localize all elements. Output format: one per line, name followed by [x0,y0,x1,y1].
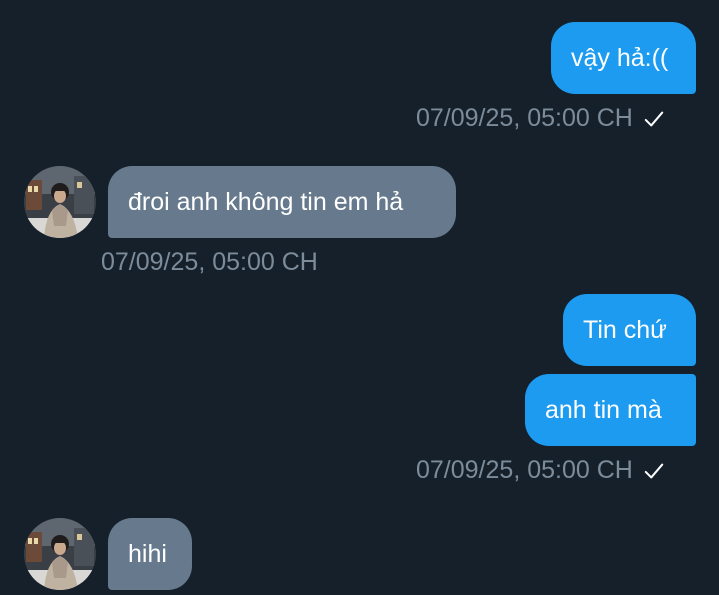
conversation-thread: vậy hả:(( 07/09/25, 05:00 CH đroi anh kh… [0,0,719,595]
message-text: anh tin mà [545,395,662,424]
avatar[interactable] [24,518,96,590]
check-icon [644,111,664,126]
avatar[interactable] [24,166,96,238]
message-bubble-outgoing[interactable]: vậy hả:(( [551,22,696,94]
message-bubble-outgoing[interactable]: Tin chứ [563,294,696,366]
check-icon [644,463,664,478]
message-text: hihi [128,539,167,568]
message-meta: 07/09/25, 05:00 CH [101,250,318,275]
message-timestamp: 07/09/25, 05:00 CH [101,248,318,276]
message-bubble-outgoing[interactable]: anh tin mà [525,374,696,446]
message-meta: 07/09/25, 05:00 CH [416,458,665,483]
message-text: Tin chứ [583,315,667,344]
avatar-photo [24,166,96,238]
message-text: vậy hả:(( [571,43,669,72]
message-bubble-incoming[interactable]: hihi [108,518,192,590]
message-text: đroi anh không tin em hả [128,187,404,216]
message-timestamp: 07/09/25, 05:00 CH [416,104,633,132]
message-meta: 07/09/25, 05:00 CH [416,106,665,131]
message-timestamp: 07/09/25, 05:00 CH [416,456,633,484]
avatar-photo [24,518,96,590]
message-bubble-incoming[interactable]: đroi anh không tin em hả [108,166,456,238]
